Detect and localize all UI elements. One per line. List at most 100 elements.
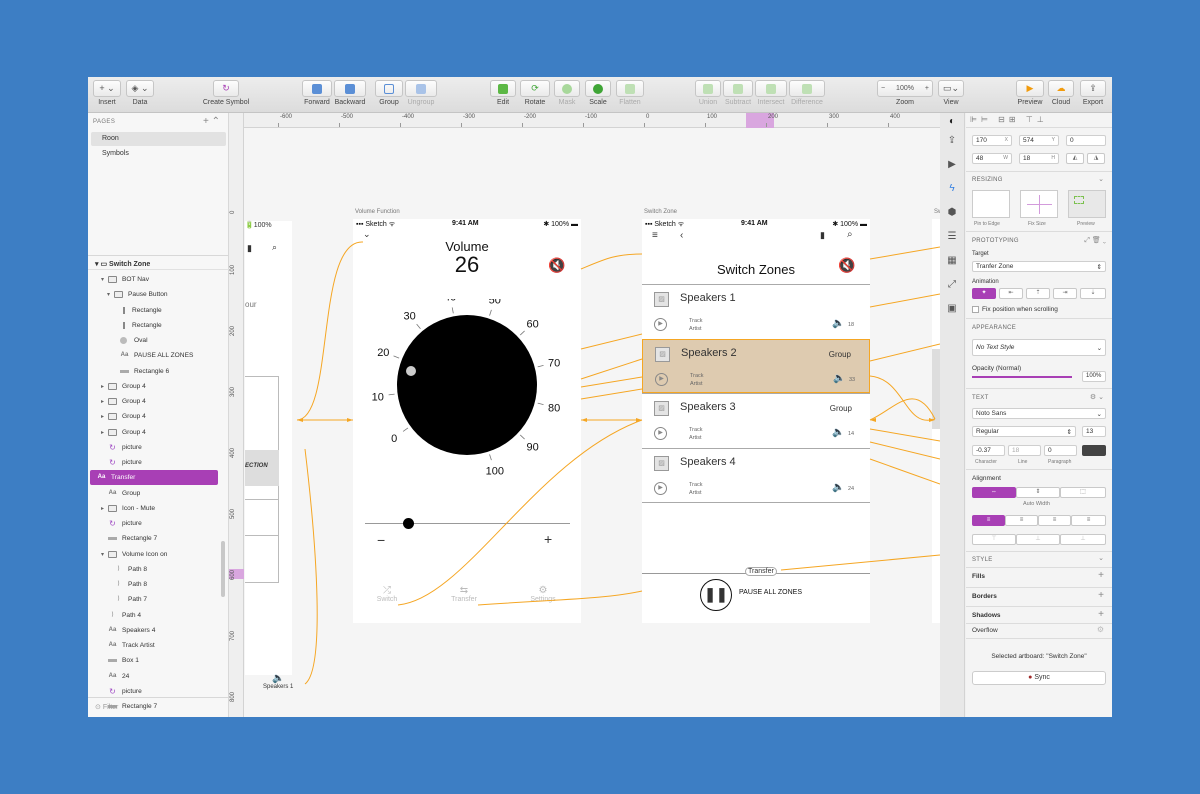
target-select[interactable]: Tranfer Zone ⇕: [972, 261, 1106, 272]
x-field[interactable]: 170 X: [972, 135, 1012, 146]
disclosure-arrow-icon[interactable]: ▸: [101, 383, 108, 390]
zone-row[interactable]: ▨ Speakers 2 Group ▶ Track Artist 🔈 33: [642, 338, 870, 393]
search-icon[interactable]: ⌕: [272, 242, 277, 253]
disclosure-arrow-icon[interactable]: ▾: [107, 291, 114, 298]
page-item-roon[interactable]: Roon: [91, 132, 226, 146]
tab-transfer[interactable]: ⇆ Transfer: [443, 585, 485, 603]
animation-right-button[interactable]: ⇥: [1053, 288, 1077, 299]
scale-tool[interactable]: Scale: [585, 80, 611, 106]
fix-size-control[interactable]: [1020, 190, 1058, 218]
bookmark-icon[interactable]: ▮: [820, 230, 825, 241]
speaker-icon[interactable]: 🔈: [832, 427, 844, 438]
font-size-field[interactable]: 13: [1082, 426, 1106, 437]
zone-row[interactable]: ▨ Speakers 4 ▶ Track Artist 🔈 24: [642, 447, 870, 502]
disclosure-arrow-icon[interactable]: ▸: [101, 413, 108, 420]
disclosure-arrow-icon[interactable]: ▸: [101, 505, 108, 512]
layer-row-24[interactable]: Aa 24: [101, 669, 237, 684]
mask-tool[interactable]: Mask: [554, 80, 580, 106]
tab-switch[interactable]: ⤮ Switch: [367, 585, 407, 603]
chevron-left-icon[interactable]: ‹: [680, 230, 683, 241]
create-symbol-tool[interactable]: ↻ Create Symbol: [202, 80, 250, 106]
layer-row-picture[interactable]: ↻ picture: [101, 516, 237, 531]
tab-settings[interactable]: ⚙ Settings: [521, 585, 565, 603]
gear-icon[interactable]: ⚙: [1097, 625, 1104, 634]
pages-controls[interactable]: + ⌃: [203, 116, 220, 127]
y-field[interactable]: 574 Y: [1019, 135, 1059, 146]
layout-icon[interactable]: ☰: [946, 231, 958, 243]
inspector-design-tab-icon[interactable]: ◐: [946, 116, 958, 128]
layer-row-volume-icon-on[interactable]: ▾ Volume Icon on: [101, 547, 237, 562]
resize-icon[interactable]: ⤢: [946, 279, 958, 291]
align-center-button[interactable]: ≡: [1005, 515, 1038, 526]
pause-icon[interactable]: ❚❚: [700, 579, 732, 611]
subtract-tool[interactable]: Subtract: [723, 80, 753, 106]
group-label[interactable]: Group: [830, 404, 852, 413]
artboard-label-volume[interactable]: Volume Function: [355, 209, 400, 215]
artboard-icon[interactable]: ▦: [946, 255, 958, 267]
speaker-icon[interactable]: 🔈: [832, 318, 844, 329]
volume-slider-track[interactable]: [365, 523, 570, 524]
valign-top-button[interactable]: ⊤: [972, 534, 1016, 545]
fixed-size-button[interactable]: ⬚: [1060, 487, 1106, 498]
layer-row-group[interactable]: Aa Group: [101, 486, 237, 501]
bookmark-icon[interactable]: ▮: [247, 243, 252, 254]
valign-middle-button[interactable]: ⊥: [1016, 534, 1060, 545]
disclosure-arrow-icon[interactable]: ▾: [101, 276, 108, 283]
artboard-switch-zone[interactable]: ▪▪▪ Sketch ᯤ 9:41 AM ✱ 100% ▬ ≡ ‹ ▮ ⌕ Sw…: [642, 219, 870, 623]
union-tool[interactable]: Union: [695, 80, 721, 106]
layer-row-group-4[interactable]: ▸ Group 4: [101, 394, 237, 409]
text-color-swatch[interactable]: [1082, 445, 1106, 456]
layer-row-speakers-4[interactable]: Aa Speakers 4: [101, 623, 237, 638]
paragraph-spacing-field[interactable]: 0: [1044, 445, 1077, 456]
character-spacing-field[interactable]: -0.37: [972, 445, 1005, 456]
volume-increase-button[interactable]: +: [544, 531, 552, 547]
speaker-icon[interactable]: 🔈: [833, 373, 845, 384]
forward-tool[interactable]: Forward: [302, 80, 332, 106]
align-tools[interactable]: ⊫⊨ ⊟⊞ ⊤⊥: [970, 115, 1048, 124]
data-tool[interactable]: ◈ ⌄ Data: [126, 80, 154, 106]
dial-position-indicator[interactable]: [406, 366, 416, 376]
layer-row-rectangle-7[interactable]: Rectangle 7: [101, 531, 237, 546]
play-icon[interactable]: ▶: [655, 372, 668, 386]
dial-knob[interactable]: [397, 315, 537, 455]
view-tool[interactable]: ▭⌄ View: [938, 80, 964, 106]
font-weight-select[interactable]: Regular ⇕: [972, 426, 1076, 437]
chevron-down-icon[interactable]: ⌄: [1098, 175, 1104, 183]
gear-icon[interactable]: ⚙ ⌄: [1090, 393, 1104, 401]
volume-slider-thumb[interactable]: [403, 518, 414, 529]
layer-row-group-4[interactable]: ▸ Group 4: [101, 379, 237, 394]
animation-left-button[interactable]: ⇤: [999, 288, 1023, 299]
ungroup-tool[interactable]: Ungroup: [405, 80, 437, 106]
link-tools[interactable]: ⤢ 🗑 ⌄: [1084, 236, 1106, 245]
play-icon[interactable]: ▶: [946, 159, 958, 171]
page-item-symbols[interactable]: Symbols: [91, 147, 226, 161]
artboard-partial-right[interactable]: [932, 219, 940, 623]
text-style-select[interactable]: No Text Style ⌄: [972, 339, 1106, 356]
flip-vertical-icon[interactable]: ◮: [1087, 153, 1105, 164]
volume-decrease-button[interactable]: −: [377, 532, 385, 548]
auto-height-button[interactable]: ⇕: [1016, 487, 1060, 498]
speakers-1-link[interactable]: 🔈 Speakers 1: [263, 673, 293, 690]
add-border-icon[interactable]: +: [1098, 590, 1104, 601]
layer-row-group-4[interactable]: ▸ Group 4: [101, 409, 237, 424]
search-icon[interactable]: ⌕: [847, 229, 853, 240]
align-left-button[interactable]: ≡: [972, 515, 1005, 526]
animation-down-button[interactable]: ⇣: [1080, 288, 1106, 299]
height-field[interactable]: 18 H: [1019, 153, 1059, 164]
preview-tool[interactable]: ▶ Preview: [1016, 80, 1044, 106]
auto-width-button[interactable]: ⇔: [972, 487, 1016, 498]
backward-tool[interactable]: Backward: [334, 80, 366, 106]
group-tool[interactable]: Group: [375, 80, 403, 106]
volume-dial[interactable]: 0 10 20 30 40 50 60 70 80 90 100: [353, 299, 581, 489]
animation-none-button[interactable]: ✦: [972, 288, 996, 299]
intersect-tool[interactable]: Intersect: [755, 80, 787, 106]
flip-horizontal-icon[interactable]: ◭: [1066, 153, 1084, 164]
plugin-icon[interactable]: ⬢: [946, 207, 958, 219]
align-justify-button[interactable]: ≡: [1071, 515, 1106, 526]
export-tool[interactable]: ⇪ Export: [1080, 80, 1106, 106]
chevron-down-icon[interactable]: ⌄: [1098, 554, 1104, 562]
opacity-field[interactable]: 100%: [1082, 371, 1106, 382]
transfer-text-layer[interactable]: Transfer: [745, 567, 777, 576]
layers-scrollbar[interactable]: [221, 541, 225, 597]
layer-row-bot-nav[interactable]: ▾ BOT Nav: [101, 272, 237, 287]
